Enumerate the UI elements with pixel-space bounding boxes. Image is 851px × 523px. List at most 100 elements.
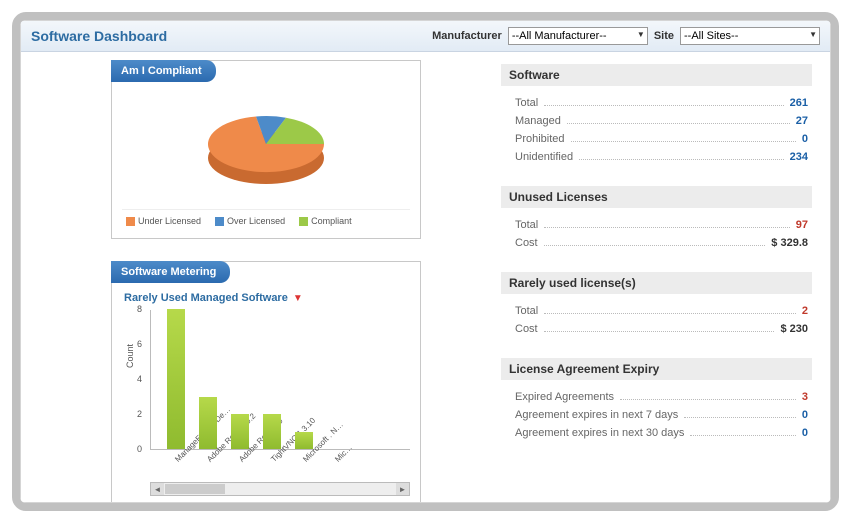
summary-value: $ 230 <box>780 323 808 335</box>
summary-software: Software Total 261 Managed 27 Prohibited 0 Unid… <box>501 64 812 166</box>
summary-label: Total <box>515 219 538 231</box>
compliance-panel-body: Under Licensed Over Licensed Compliant <box>112 61 420 238</box>
swatch-over-icon <box>215 217 224 226</box>
header-bar: Software Dashboard Manufacturer --All Ma… <box>21 21 830 52</box>
bar: ManageEngine De… <box>167 309 185 449</box>
ytick: 0 <box>137 444 142 454</box>
dots-separator <box>544 326 775 332</box>
summary-value: 0 <box>802 427 808 439</box>
metering-panel: Software Metering Rarely Used Managed So… <box>111 261 421 503</box>
summary-expiry: License Agreement Expiry Expired Agreemen… <box>501 358 812 442</box>
summary-row[interactable]: Cost $ 230 <box>501 320 812 338</box>
scroll-right-arrow-icon[interactable]: ► <box>396 483 409 495</box>
app-frame: Software Dashboard Manufacturer --All Ma… <box>12 12 839 511</box>
metering-panel-title: Software Metering <box>111 261 230 283</box>
summary-row[interactable]: Unidentified 234 <box>501 148 812 166</box>
manufacturer-select-wrap: --All Manufacturer-- <box>508 27 648 45</box>
dots-separator <box>544 100 783 106</box>
dots-separator <box>544 222 790 228</box>
ytick: 4 <box>137 374 142 384</box>
dots-separator <box>579 154 784 160</box>
compliance-pie-chart <box>122 89 410 209</box>
compliance-legend: Under Licensed Over Licensed Compliant <box>122 209 410 228</box>
bar-chart-ylabel: Count <box>125 344 135 368</box>
legend-under: Under Licensed <box>126 216 201 226</box>
site-label: Site <box>654 30 674 42</box>
dots-separator <box>544 308 796 314</box>
manufacturer-label: Manufacturer <box>432 30 502 42</box>
summary-value: 0 <box>802 133 808 145</box>
summary-rarely: Rarely used license(s) Total 2 Cost $ 230 <box>501 272 812 338</box>
summary-label: Agreement expires in next 30 days <box>515 427 684 439</box>
summary-header: Unused Licenses <box>501 186 812 208</box>
summary-value: 261 <box>790 97 808 109</box>
legend-over: Over Licensed <box>215 216 285 226</box>
site-select[interactable]: --All Sites-- <box>680 27 820 45</box>
app-inner: Software Dashboard Manufacturer --All Ma… <box>20 20 831 503</box>
bar: Microsoft . N… <box>295 432 313 450</box>
summary-label: Managed <box>515 115 561 127</box>
summary-row[interactable]: Expired Agreements 3 <box>501 388 812 406</box>
summary-label: Total <box>515 305 538 317</box>
summary-row[interactable]: Managed 27 <box>501 112 812 130</box>
caret-down-icon: ▼ <box>293 293 303 304</box>
dots-separator <box>684 412 796 418</box>
summary-label: Cost <box>515 237 538 249</box>
summary-header: License Agreement Expiry <box>501 358 812 380</box>
scroll-thumb[interactable] <box>165 484 225 494</box>
dots-separator <box>620 394 796 400</box>
summary-value: 2 <box>802 305 808 317</box>
summary-row[interactable]: Total 2 <box>501 302 812 320</box>
summary-label: Agreement expires in next 7 days <box>515 409 678 421</box>
metering-subtitle: Rarely Used Managed Software <box>124 292 288 304</box>
header-filters: Manufacturer --All Manufacturer-- Site -… <box>432 27 820 45</box>
manufacturer-select[interactable]: --All Manufacturer-- <box>508 27 648 45</box>
summary-label: Total <box>515 97 538 109</box>
ytick: 8 <box>137 304 142 314</box>
summary-value: $ 329.8 <box>771 237 808 249</box>
bar: Adobe Reader 9.2 <box>199 397 217 450</box>
summary-value: 3 <box>802 391 808 403</box>
summary-row[interactable]: Total 97 <box>501 216 812 234</box>
summary-row[interactable]: Agreement expires in next 30 days 0 <box>501 424 812 442</box>
metering-panel-body: Rarely Used Managed Software ▼ Count 024… <box>112 262 420 503</box>
bar: Adobe Reader 9 <box>231 414 249 449</box>
page-title: Software Dashboard <box>31 28 167 44</box>
summary-row[interactable]: Prohibited 0 <box>501 130 812 148</box>
legend-compliant: Compliant <box>299 216 352 226</box>
content-area: Am I Compliant Under L <box>21 52 830 501</box>
swatch-under-icon <box>126 217 135 226</box>
dots-separator <box>690 430 796 436</box>
dots-separator <box>571 136 796 142</box>
summary-label: Expired Agreements <box>515 391 614 403</box>
ytick: 2 <box>137 409 142 419</box>
summary-unused: Unused Licenses Total 97 Cost $ 329.8 <box>501 186 812 252</box>
summary-value: 0 <box>802 409 808 421</box>
metering-subtitle-row[interactable]: Rarely Used Managed Software ▼ <box>122 290 410 310</box>
summary-header: Rarely used license(s) <box>501 272 812 294</box>
ytick: 6 <box>137 339 142 349</box>
chart-horizontal-scrollbar[interactable]: ◄ ► <box>150 482 410 496</box>
summary-label: Prohibited <box>515 133 565 145</box>
compliance-panel: Am I Compliant Under L <box>111 60 421 239</box>
summary-row[interactable]: Agreement expires in next 7 days 0 <box>501 406 812 424</box>
summary-header: Software <box>501 64 812 86</box>
summary-label: Unidentified <box>515 151 573 163</box>
summary-value: 234 <box>790 151 808 163</box>
summary-label: Cost <box>515 323 538 335</box>
summary-row[interactable]: Total 261 <box>501 94 812 112</box>
swatch-compliant-icon <box>299 217 308 226</box>
pie-chart-svg <box>181 94 351 204</box>
summary-row[interactable]: Cost $ 329.8 <box>501 234 812 252</box>
left-column: Am I Compliant Under L <box>111 60 421 493</box>
dots-separator <box>544 240 766 246</box>
summary-value: 97 <box>796 219 808 231</box>
compliance-panel-title: Am I Compliant <box>111 60 216 82</box>
bar: TightVNC 1.3.10 <box>263 414 281 449</box>
summary-value: 27 <box>796 115 808 127</box>
site-select-wrap: --All Sites-- <box>680 27 820 45</box>
right-column: Software Total 261 Managed 27 Prohibited 0 Unid… <box>501 60 822 493</box>
scroll-left-arrow-icon[interactable]: ◄ <box>151 483 164 495</box>
metering-bar-chart: Count 02468 ManageEngine De…Adobe Reader… <box>150 310 410 450</box>
dots-separator <box>567 118 790 124</box>
